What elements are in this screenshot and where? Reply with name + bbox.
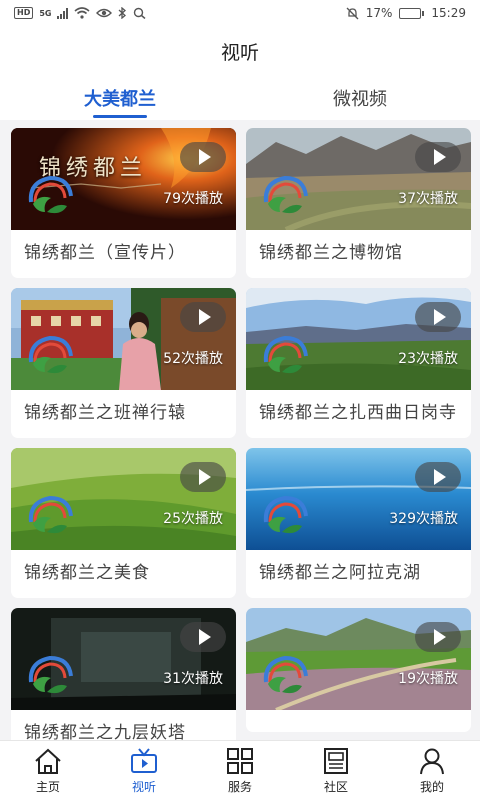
video-thumbnail: 329次播放: [246, 448, 471, 550]
nav-label: 主页: [35, 780, 60, 794]
video-column-right: 37次播放 锦绣都兰之博物馆 23次播放 锦绣都兰之扎西曲日岗寺 329次播放 …: [246, 128, 471, 732]
battery-percent: 17%: [365, 6, 393, 20]
dulan-logo: [28, 495, 73, 534]
dulan-logo: [263, 655, 308, 694]
video-card[interactable]: 23次播放 锦绣都兰之扎西曲日岗寺: [246, 288, 471, 438]
video-title: 锦绣都兰之博物馆: [259, 243, 403, 263]
signal-icon: [57, 7, 69, 19]
home-icon: [35, 748, 61, 774]
video-thumbnail: 23次播放: [246, 288, 471, 390]
tab-bar: 大美都兰 微视频: [0, 76, 480, 120]
dulan-logo: [28, 335, 73, 374]
video-thumbnail: 31次播放: [11, 608, 236, 710]
video-title: 锦绣都兰之班禅行辕: [24, 403, 186, 423]
nav-label: 我的: [419, 780, 444, 794]
user-icon: [420, 748, 444, 775]
play-count: 52次播放: [163, 351, 223, 367]
video-title: 锦绣都兰（宣传片）: [24, 243, 186, 263]
battery-icon: [399, 7, 425, 19]
play-count: 329次播放: [389, 511, 458, 527]
hd-badge: HD: [14, 7, 34, 19]
status-bar: HD 5G 17% 15:29: [0, 0, 480, 26]
mute-icon: [346, 7, 359, 19]
play-icon[interactable]: [415, 622, 461, 652]
grid-icon: [227, 748, 253, 774]
video-card[interactable]: 37次播放 锦绣都兰之博物馆: [246, 128, 471, 278]
bluetooth-icon: [119, 7, 127, 19]
video-thumbnail: 52次播放: [11, 288, 236, 390]
dulan-logo: [28, 175, 73, 214]
video-title: 锦绣都兰之阿拉克湖: [259, 563, 421, 583]
play-count: 23次播放: [398, 351, 458, 367]
nav-item-mine[interactable]: 我的: [384, 741, 480, 800]
dulan-logo: [28, 655, 73, 694]
play-count: 19次播放: [398, 671, 458, 687]
play-icon[interactable]: [415, 462, 461, 492]
video-card[interactable]: 25次播放 锦绣都兰之美食: [11, 448, 236, 598]
video-column-left: 锦绣都兰 79次播放 锦绣都兰（宣传片） 52次播放 锦绣都兰之班禅行辕 25次…: [11, 128, 236, 740]
video-card[interactable]: 31次播放 锦绣都兰之九层妖塔: [11, 608, 236, 740]
nav-item-community[interactable]: 社区: [288, 741, 384, 800]
wifi-icon: [74, 7, 91, 19]
video-thumbnail: 25次播放: [11, 448, 236, 550]
dulan-logo: [263, 335, 308, 374]
play-count: 79次播放: [163, 191, 223, 207]
video-thumbnail: 锦绣都兰 79次播放: [11, 128, 236, 230]
dulan-logo: [263, 175, 308, 214]
status-left: HD 5G: [14, 7, 146, 19]
search-status-icon: [134, 7, 146, 19]
video-card[interactable]: 329次播放 锦绣都兰之阿拉克湖: [246, 448, 471, 598]
nav-item-video[interactable]: 视听: [96, 741, 192, 800]
video-icon: [131, 748, 157, 773]
play-icon[interactable]: [180, 462, 226, 492]
play-icon[interactable]: [180, 622, 226, 652]
video-thumbnail: 37次播放: [246, 128, 471, 230]
eye-icon: [96, 8, 113, 18]
play-icon[interactable]: [415, 142, 461, 172]
news-icon: [324, 748, 348, 774]
play-count: 37次播放: [398, 191, 458, 207]
play-icon[interactable]: [180, 302, 226, 332]
video-title: 锦绣都兰之扎西曲日岗寺: [259, 403, 457, 423]
video-list: 锦绣都兰 79次播放 锦绣都兰（宣传片） 52次播放 锦绣都兰之班禅行辕 25次…: [0, 120, 480, 740]
play-icon[interactable]: [180, 142, 226, 172]
video-title: 锦绣都兰之九层妖塔: [24, 723, 186, 740]
video-card[interactable]: 19次播放: [246, 608, 471, 732]
play-icon[interactable]: [415, 302, 461, 332]
page-title: 视听: [220, 41, 259, 64]
video-thumbnail: 19次播放: [246, 608, 471, 710]
video-card[interactable]: 锦绣都兰 79次播放 锦绣都兰（宣传片）: [11, 128, 236, 278]
nav-label: 社区: [323, 780, 348, 794]
clock: 15:29: [431, 6, 466, 20]
header: 视听: [0, 26, 480, 76]
bottom-nav: 主页 视听 服务 社区 我的: [0, 740, 480, 800]
video-title: 锦绣都兰之美食: [24, 563, 150, 583]
nav-item-home[interactable]: 主页: [0, 741, 96, 800]
nav-label: 视听: [131, 780, 156, 794]
video-card[interactable]: 52次播放 锦绣都兰之班禅行辕: [11, 288, 236, 438]
nav-item-service[interactable]: 服务: [192, 741, 288, 800]
play-count: 31次播放: [163, 671, 223, 687]
network-type: 5G: [39, 8, 52, 18]
status-right: 17% 15:29: [346, 6, 466, 20]
tab-damei-dulan[interactable]: 大美都兰: [0, 76, 240, 120]
video-title: [246, 710, 471, 732]
nav-label: 服务: [227, 780, 252, 794]
dulan-logo: [263, 495, 308, 534]
tab-micro-video[interactable]: 微视频: [240, 76, 480, 120]
play-count: 25次播放: [163, 511, 223, 527]
